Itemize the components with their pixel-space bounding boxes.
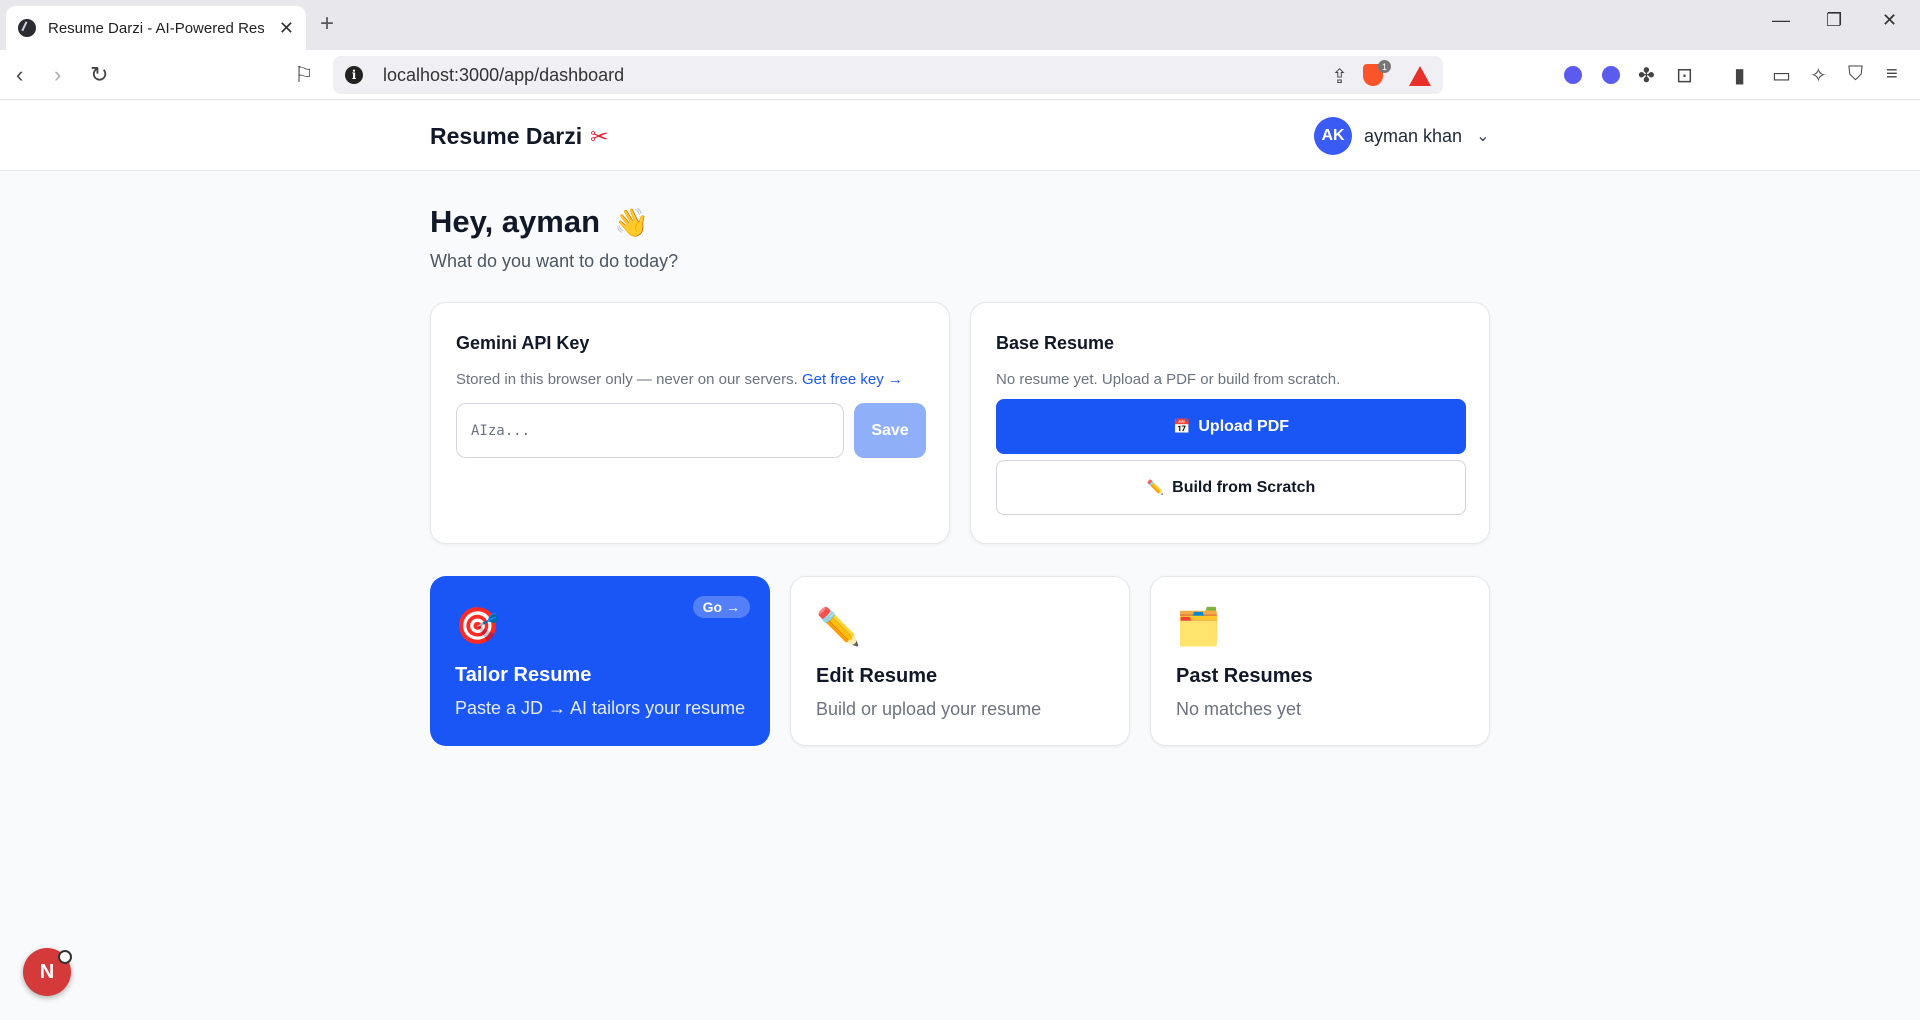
sidebar-icon[interactable]: ▮ bbox=[1734, 63, 1745, 88]
target-icon: 🎯 bbox=[455, 605, 500, 646]
extension-dot-icon-2[interactable] bbox=[1602, 66, 1620, 84]
save-api-key-button[interactable]: Save bbox=[854, 403, 926, 458]
extensions-puzzle-icon[interactable]: ✤ bbox=[1638, 63, 1655, 88]
waving-hand-icon: 👋 bbox=[614, 206, 649, 238]
window-close-icon[interactable]: ✕ bbox=[1882, 10, 1897, 31]
past-resumes-title: Past Resumes bbox=[1176, 665, 1313, 687]
api-key-card-title: Gemini API Key bbox=[456, 333, 590, 353]
brand-logo[interactable]: Resume Darzi ✂ bbox=[430, 123, 609, 150]
site-info-icon[interactable]: i bbox=[345, 66, 363, 84]
site-favicon-icon bbox=[18, 19, 36, 37]
api-key-card: Gemini API Key Stored in this browser on… bbox=[430, 302, 950, 544]
leo-ai-icon[interactable]: ✧ bbox=[1810, 63, 1827, 88]
greeting-text: Hey, ayman bbox=[430, 204, 601, 239]
tab-title: Resume Darzi - AI-Powered Resu bbox=[48, 19, 264, 37]
extension-dot-icon[interactable] bbox=[1564, 66, 1582, 84]
new-tab-icon[interactable]: + bbox=[320, 10, 334, 38]
share-icon[interactable]: ⇪ bbox=[1331, 64, 1348, 89]
chevron-down-icon: ⌄ bbox=[1476, 128, 1490, 145]
avatar: AK bbox=[1314, 117, 1352, 155]
base-resume-card: Base Resume No resume yet. Upload a PDF … bbox=[970, 302, 1490, 544]
restore-icon[interactable]: ❐ bbox=[1826, 10, 1842, 31]
browser-tab[interactable]: Resume Darzi - AI-Powered Resu ✕ bbox=[6, 6, 306, 50]
app-header: Resume Darzi ✂ AK ayman khan ⌄ bbox=[0, 101, 1920, 171]
get-free-key-link[interactable]: Get free key → bbox=[802, 371, 903, 388]
past-resumes-desc: No matches yet bbox=[1176, 699, 1302, 719]
edit-resume-card[interactable]: ✏️ Edit Resume Build or upload your resu… bbox=[790, 576, 1130, 746]
reload-icon[interactable]: ↻ bbox=[90, 62, 108, 88]
upload-pdf-button[interactable]: 📅 Upload PDF bbox=[996, 399, 1466, 454]
minimize-icon[interactable]: — bbox=[1772, 10, 1790, 31]
reader-mode-icon[interactable]: ⊡ bbox=[1676, 63, 1693, 88]
page-subtitle: What do you want to do today? bbox=[430, 251, 679, 271]
past-resumes-card[interactable]: 🗂️ Past Resumes No matches yet bbox=[1150, 576, 1490, 746]
bookmark-icon[interactable]: ⚐ bbox=[294, 62, 314, 88]
upload-pdf-label: Upload PDF bbox=[1198, 417, 1290, 435]
calendar-icon: 📅 bbox=[1172, 418, 1191, 434]
pencil-icon: ✏️ bbox=[1146, 479, 1165, 495]
dev-indicator-dot bbox=[58, 950, 72, 964]
forward-icon[interactable]: › bbox=[54, 62, 61, 88]
base-resume-card-title: Base Resume bbox=[996, 333, 1115, 353]
go-badge: Go → bbox=[692, 596, 750, 618]
base-resume-card-desc: No resume yet. Upload a PDF or build fro… bbox=[996, 371, 1341, 388]
brave-rewards-icon[interactable] bbox=[1409, 66, 1431, 86]
folder-icon: 🗂️ bbox=[1176, 606, 1221, 647]
url-text: localhost:3000/app/dashboard bbox=[383, 64, 625, 85]
shields-count-badge: 1 bbox=[1378, 60, 1391, 73]
menu-icon[interactable]: ≡ bbox=[1886, 63, 1898, 86]
brand-name: Resume Darzi bbox=[430, 123, 583, 149]
address-bar[interactable]: i localhost:3000/app/dashboard ⇪ 1 bbox=[333, 56, 1443, 94]
close-tab-icon[interactable]: ✕ bbox=[279, 18, 294, 39]
edit-resume-desc: Build or upload your resume bbox=[816, 699, 1042, 719]
wallet-icon[interactable]: ▭ bbox=[1772, 63, 1791, 88]
tailor-resume-desc: Paste a JD → AI tailors your resume bbox=[455, 698, 746, 718]
browser-toolbar: ‹ › ↻ ⚐ i localhost:3000/app/dashboard ⇪… bbox=[0, 50, 1920, 100]
pencil-icon: ✏️ bbox=[816, 606, 861, 647]
api-key-note: Stored in this browser only — never on o… bbox=[456, 371, 798, 388]
api-key-card-desc: Stored in this browser only — never on o… bbox=[456, 371, 903, 388]
user-menu[interactable]: AK ayman khan ⌄ bbox=[1314, 117, 1489, 155]
browser-tab-bar: Resume Darzi - AI-Powered Resu ✕ + — ❐ ✕ bbox=[0, 0, 1920, 50]
build-from-scratch-label: Build from Scratch bbox=[1172, 478, 1316, 496]
user-name: ayman khan bbox=[1364, 125, 1463, 146]
edit-resume-title: Edit Resume bbox=[816, 665, 938, 687]
scissors-icon: ✂ bbox=[590, 123, 609, 149]
build-from-scratch-button[interactable]: ✏️ Build from Scratch bbox=[996, 460, 1466, 515]
api-key-input[interactable] bbox=[456, 403, 844, 458]
tailor-resume-card[interactable]: 🎯 Go → Tailor Resume Paste a JD → AI tai… bbox=[430, 576, 770, 746]
tailor-resume-title: Tailor Resume bbox=[455, 664, 592, 686]
page-title: Hey, ayman 👋 bbox=[430, 204, 649, 240]
vpn-shield-icon[interactable]: ⛉ bbox=[1848, 63, 1863, 86]
back-icon[interactable]: ‹ bbox=[16, 62, 23, 88]
